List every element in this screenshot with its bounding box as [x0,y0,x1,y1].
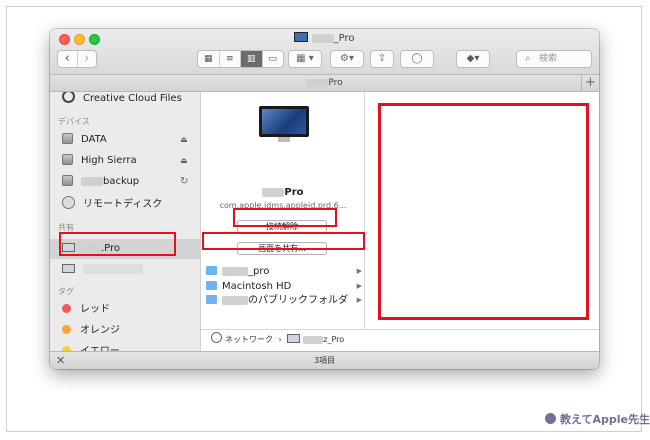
disc-icon [62,196,75,209]
computer-column: Pro com.apple.idms.appleid.prd.6... 接続解除… [201,92,365,329]
column-view-button[interactable]: ▥ [241,51,263,67]
tab-title[interactable]: Pro [328,78,342,88]
computer-icon [259,106,309,142]
list-view-button[interactable]: ≡ [220,51,241,67]
new-tab-button[interactable]: + [581,75,599,91]
arrange-button[interactable]: ▦ ▾ [288,50,322,68]
computer-id: com.apple.idms.appleid.prd.6... [219,201,347,210]
close-icon[interactable]: ✕ [56,352,65,369]
view-mode-control: ▦ ≡ ▥ ▭ [197,50,284,68]
redacted-name [306,78,329,87]
sidebar-item-shared-pro[interactable]: .Pro [50,239,200,259]
disk-icon [62,175,73,186]
disclosure-arrow-icon: ▶ [356,267,362,275]
orange-tag-icon [62,325,71,334]
path-computer[interactable]: z_Pro [323,335,344,344]
sidebar-item-creative-cloud[interactable]: Creative Cloud Files [62,92,182,104]
sidebar-item-backup[interactable]: backup [62,175,139,189]
sidebar-header-tags: タグ [58,287,74,296]
eject-icon[interactable]: ⏏ [180,135,188,144]
sync-icon[interactable]: ↻ [180,176,188,187]
redacted-name [83,243,101,253]
window-title-text: _Pro [333,33,355,44]
creative-cloud-icon [62,92,75,103]
network-icon [211,332,222,343]
monitor-icon [287,334,301,343]
icon-view-button[interactable]: ▦ [198,51,220,67]
search-placeholder: 検索 [539,54,558,64]
shared-folder-icon [206,281,217,290]
redacted-name [222,295,248,305]
share-screen-button[interactable]: 画面を共有... [237,242,327,255]
search-icon: ⌕ [525,53,531,64]
shared-folder-icon [206,266,217,275]
monitor-icon [62,264,75,273]
status-bar: ✕ 3項目 [50,351,599,369]
shared-folder-icon [206,295,217,304]
sidebar-item-tag-red[interactable]: レッド [62,303,110,317]
tab-bar: Pro + [50,75,599,92]
sidebar-item-remote-disc[interactable]: リモートディスク [62,196,162,210]
forward-button[interactable]: › [78,51,97,67]
sidebar-item-tag-orange[interactable]: オレンジ [62,324,120,338]
item-count: 3項目 [313,356,336,365]
redacted-name [311,33,334,43]
redacted-name [81,176,103,186]
computer-name: Pro [201,187,365,198]
search-field[interactable]: ⌕ 検索 [516,50,592,68]
eject-icon[interactable]: ⏏ [180,156,188,165]
path-separator: › [278,335,282,344]
sidebar-item-high-sierra[interactable]: High Sierra [62,154,137,168]
red-tag-icon [62,304,71,313]
watermark: 教えてApple先生 [545,411,650,427]
back-button[interactable]: ‹ [58,51,78,67]
disclosure-arrow-icon: ▶ [356,296,362,304]
dropbox-button[interactable]: ◆▾ [456,50,490,68]
redacted-name [83,264,143,274]
disconnect-button[interactable]: 接続解除 [237,220,327,233]
redacted-name [222,266,248,276]
sidebar: Creative Cloud Files デバイス DATA ⏏ High Si… [50,92,201,354]
disclosure-arrow-icon: ▶ [356,282,362,290]
disk-icon [62,154,73,165]
monitor-icon [294,32,309,42]
list-item-public-folder[interactable]: のパブリックフォルダ ▶ [206,294,364,307]
redacted-name [262,187,285,197]
list-item-pro-volume[interactable]: _pro ▶ [206,265,364,278]
action-button[interactable]: ⚙▾ [330,50,364,68]
list-item-macintosh-hd[interactable]: Macintosh HD ▶ [206,280,364,293]
finder-window: _Pro ‹ › ▦ ≡ ▥ ▭ ▦ ▾ ⚙▾ ⇪ ◯ ◆▾ ⌕ 検索 Pro … [50,29,599,369]
cover-flow-button[interactable]: ▭ [263,51,284,67]
window-title: _Pro [50,32,599,44]
sidebar-header-devices: デバイス [58,117,90,126]
redacted-name [303,335,324,344]
sidebar-header-shared: 共有 [58,223,74,232]
disk-icon [62,133,73,144]
title-bar: _Pro ‹ › ▦ ≡ ▥ ▭ ▦ ▾ ⚙▾ ⇪ ◯ ◆▾ ⌕ 検索 [50,29,599,75]
sidebar-item-data[interactable]: DATA [62,133,107,147]
path-bar: ネットワーク › z_Pro [201,329,599,351]
share-button[interactable]: ⇪ [370,50,394,68]
monitor-icon [62,243,75,252]
tag-button[interactable]: ◯ [400,50,434,68]
path-network[interactable]: ネットワーク [225,335,273,344]
sidebar-item-shared-2[interactable] [62,263,143,277]
nav-buttons: ‹ › [57,50,97,68]
apple-logo-icon [545,413,556,424]
preview-column [365,92,599,329]
